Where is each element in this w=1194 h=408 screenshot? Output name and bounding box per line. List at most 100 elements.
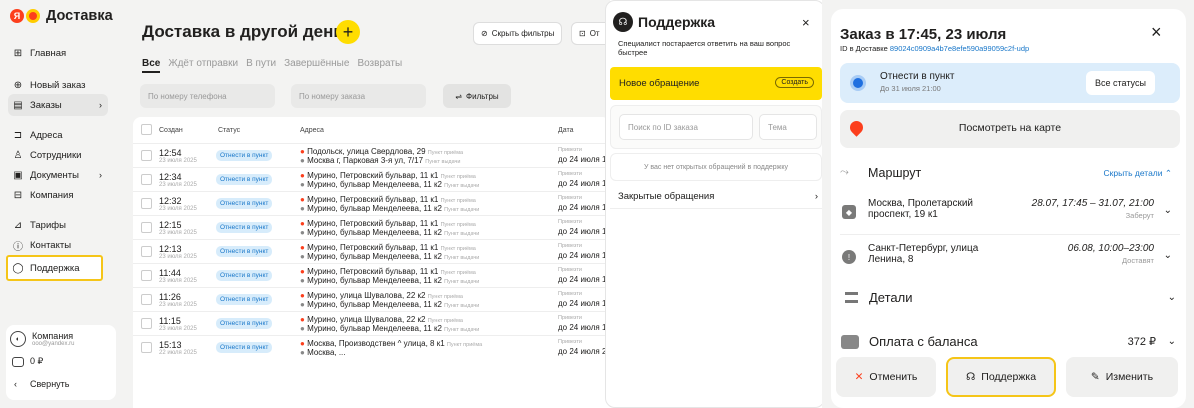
- created-date: 23 июля 2025: [159, 326, 197, 332]
- cancel-order-button[interactable]: ✕ Отменить: [836, 357, 936, 397]
- route-stop-delivery[interactable]: ! Санкт-Петербург, улица Ленина, 8 06.08…: [840, 240, 1180, 278]
- support-label: Поддержка: [981, 371, 1037, 383]
- to-address: ● Мурино, бульвар Менделеева, 11 к2 Пунк…: [300, 300, 479, 309]
- row-checkbox[interactable]: [141, 342, 152, 353]
- closed-tickets-row[interactable]: Закрытые обращения ›: [618, 191, 818, 202]
- headset-icon: ☊: [965, 371, 976, 383]
- stop-time: 28.07, 17:45 – 31.07, 21:00: [1031, 198, 1154, 209]
- order-search-input[interactable]: По номеру заказа: [291, 84, 426, 108]
- sidebar-item-company[interactable]: ⊟ Компания: [8, 184, 108, 206]
- close-icon[interactable]: ×: [802, 15, 810, 30]
- stop-time: 06.08, 10:00–23:00: [1067, 243, 1154, 254]
- sidebar-item-addresses[interactable]: ⊐ Адреса: [8, 124, 108, 146]
- select-all-checkbox[interactable]: [141, 124, 152, 135]
- table-row[interactable]: 15:13 22 июля 2025 Отнести в пункт ● Москва…: [133, 335, 610, 359]
- hide-details-link[interactable]: Скрыть детали ⌃: [1103, 168, 1172, 179]
- from-address: ● Подольск, улица Свердлова, 29 Пункт пр…: [300, 147, 463, 156]
- building-icon: ⊟: [13, 189, 23, 201]
- sidebar-item-contacts[interactable]: ⓘ Контакты: [8, 234, 108, 256]
- tab-in-transit[interactable]: В пути: [246, 58, 276, 73]
- date-label: Привезти: [558, 147, 582, 153]
- destination-dot-icon: ●: [300, 252, 305, 261]
- sidebar-item-employees[interactable]: ♙ Сотрудники: [8, 144, 108, 166]
- row-checkbox[interactable]: [141, 222, 152, 233]
- table-row[interactable]: 12:15 23 июля 2025 Отнести в пункт ● Мурино…: [133, 215, 610, 239]
- sidebar-item-home[interactable]: ⊞ Главная: [8, 42, 108, 64]
- status-label: Отнести в пункт: [880, 71, 955, 82]
- sidebar-item-orders[interactable]: ▤ Заказы ›: [8, 94, 108, 116]
- sidebar-item-tariffs[interactable]: ⊿ Тарифы: [8, 214, 108, 236]
- add-order-button[interactable]: +: [336, 20, 360, 44]
- created-date: 23 июля 2025: [159, 206, 197, 212]
- table-row[interactable]: 11:44 23 июля 2025 Отнести в пункт ● Мурино…: [133, 263, 610, 287]
- chevron-left-icon: ‹: [14, 379, 17, 389]
- row-checkbox[interactable]: [141, 270, 152, 281]
- date-label: Привезти: [558, 171, 582, 177]
- row-checkbox[interactable]: [141, 150, 152, 161]
- filters-button[interactable]: ⇌ Фильтры: [443, 84, 511, 108]
- create-button[interactable]: Создать: [775, 77, 814, 88]
- to-address: ● Мурино, бульвар Менделеева, 11 к2 Пунк…: [300, 204, 479, 213]
- view-map-button[interactable]: Посмотреть на карте: [840, 110, 1180, 148]
- sidebar-item-documents[interactable]: ▣ Документы ›: [8, 164, 108, 186]
- tab-returns[interactable]: Возвраты: [357, 58, 402, 73]
- destination-dot-icon: ●: [300, 156, 305, 165]
- details-section[interactable]: Детали ⌄: [831, 275, 1186, 321]
- table-row[interactable]: 11:15 23 июля 2025 Отнести в пункт ● Мурино…: [133, 311, 610, 335]
- origin-dot-icon: ●: [300, 339, 305, 348]
- order-id-link[interactable]: 89024c0909a4b7e8efe590a99059c2f-udp: [890, 44, 1029, 53]
- headset-icon: ☊: [613, 12, 633, 32]
- ticket-topic-input[interactable]: Тема: [759, 114, 817, 140]
- tab-completed[interactable]: Завершённые: [284, 58, 349, 73]
- column-header-addresses: Адреса: [300, 126, 324, 134]
- ticket-id-input[interactable]: Поиск по ID заказа: [619, 114, 753, 140]
- chevron-right-icon: ›: [99, 100, 102, 110]
- table-row[interactable]: 12:13 23 июля 2025 Отнести в пункт ● Мурино…: [133, 239, 610, 263]
- phone-search-input[interactable]: По номеру телефона: [140, 84, 275, 108]
- order-id-prefix: ID в Доставке: [840, 44, 888, 53]
- status-dot-icon: [850, 75, 866, 91]
- account-row[interactable]: ◐ Компания ooo@yandex.ru: [10, 331, 74, 347]
- delivery-date: до 24 июля 1: [558, 155, 607, 164]
- to-address-text: Москва г, Парковая 3-я ул, 7/17: [307, 156, 424, 165]
- balance-row[interactable]: 0 ₽: [10, 356, 43, 367]
- row-checkbox[interactable]: [141, 246, 152, 257]
- support-subtitle: Специалист постарается ответить на ваш в…: [618, 39, 791, 57]
- table-row[interactable]: 12:34 23 июля 2025 Отнести в пункт ● Мурино…: [133, 167, 610, 191]
- collapse-button[interactable]: ‹ Свернуть: [10, 379, 69, 389]
- date-label: Привезти: [558, 291, 582, 297]
- filters-label: Фильтры: [466, 91, 499, 101]
- export-icon: ⊡: [579, 29, 586, 38]
- logo[interactable]: Я Доставка: [10, 8, 113, 24]
- edit-order-button[interactable]: ✎ Изменить: [1066, 357, 1178, 397]
- from-address-text: Подольск, улица Свердлова, 29: [307, 147, 426, 156]
- origin-dot-icon: ●: [300, 195, 305, 204]
- row-checkbox[interactable]: [141, 318, 152, 329]
- route-icon: ⤳: [840, 166, 849, 178]
- created-date: 23 июля 2025: [159, 158, 197, 164]
- created-date: 23 июля 2025: [159, 254, 197, 260]
- table-row[interactable]: 11:26 23 июля 2025 Отнести в пункт ● Мурино…: [133, 287, 610, 311]
- new-ticket-row[interactable]: Новое обращение Создать: [610, 67, 822, 100]
- support-button[interactable]: ☊ Поддержка: [946, 357, 1056, 397]
- destination-dot-icon: ●: [300, 276, 305, 285]
- sidebar-item-support[interactable]: ◯ Поддержка: [6, 255, 103, 281]
- row-checkbox[interactable]: [141, 174, 152, 185]
- origin-dot-icon: ●: [300, 219, 305, 228]
- date-label: Привезти: [558, 339, 582, 345]
- tab-waiting[interactable]: Ждёт отправки: [168, 58, 238, 73]
- origin-dot-icon: ●: [300, 267, 305, 276]
- tab-all[interactable]: Все: [142, 58, 161, 73]
- to-hint: Пункт выдачи: [444, 255, 480, 261]
- sidebar-item-new-order[interactable]: ⊕ Новый заказ: [8, 74, 108, 96]
- row-checkbox[interactable]: [141, 198, 152, 209]
- hide-filters-button[interactable]: ⊘ Скрыть фильтры: [473, 22, 563, 45]
- from-address-text: Мурино, улица Шувалова, 22 к2: [307, 315, 426, 324]
- table-row[interactable]: 12:54 23 июля 2025 Отнести в пункт ● Подоль…: [133, 143, 610, 167]
- close-icon[interactable]: ×: [1151, 22, 1162, 43]
- row-checkbox[interactable]: [141, 294, 152, 305]
- table-row[interactable]: 12:32 23 июля 2025 Отнести в пункт ● Мурино…: [133, 191, 610, 215]
- route-stop-pickup[interactable]: ◆ Москва, Пролетарский проспект, 19 к1 2…: [840, 195, 1180, 233]
- all-statuses-button[interactable]: Все статусы: [1086, 71, 1155, 95]
- origin-dot-icon: ●: [300, 315, 305, 324]
